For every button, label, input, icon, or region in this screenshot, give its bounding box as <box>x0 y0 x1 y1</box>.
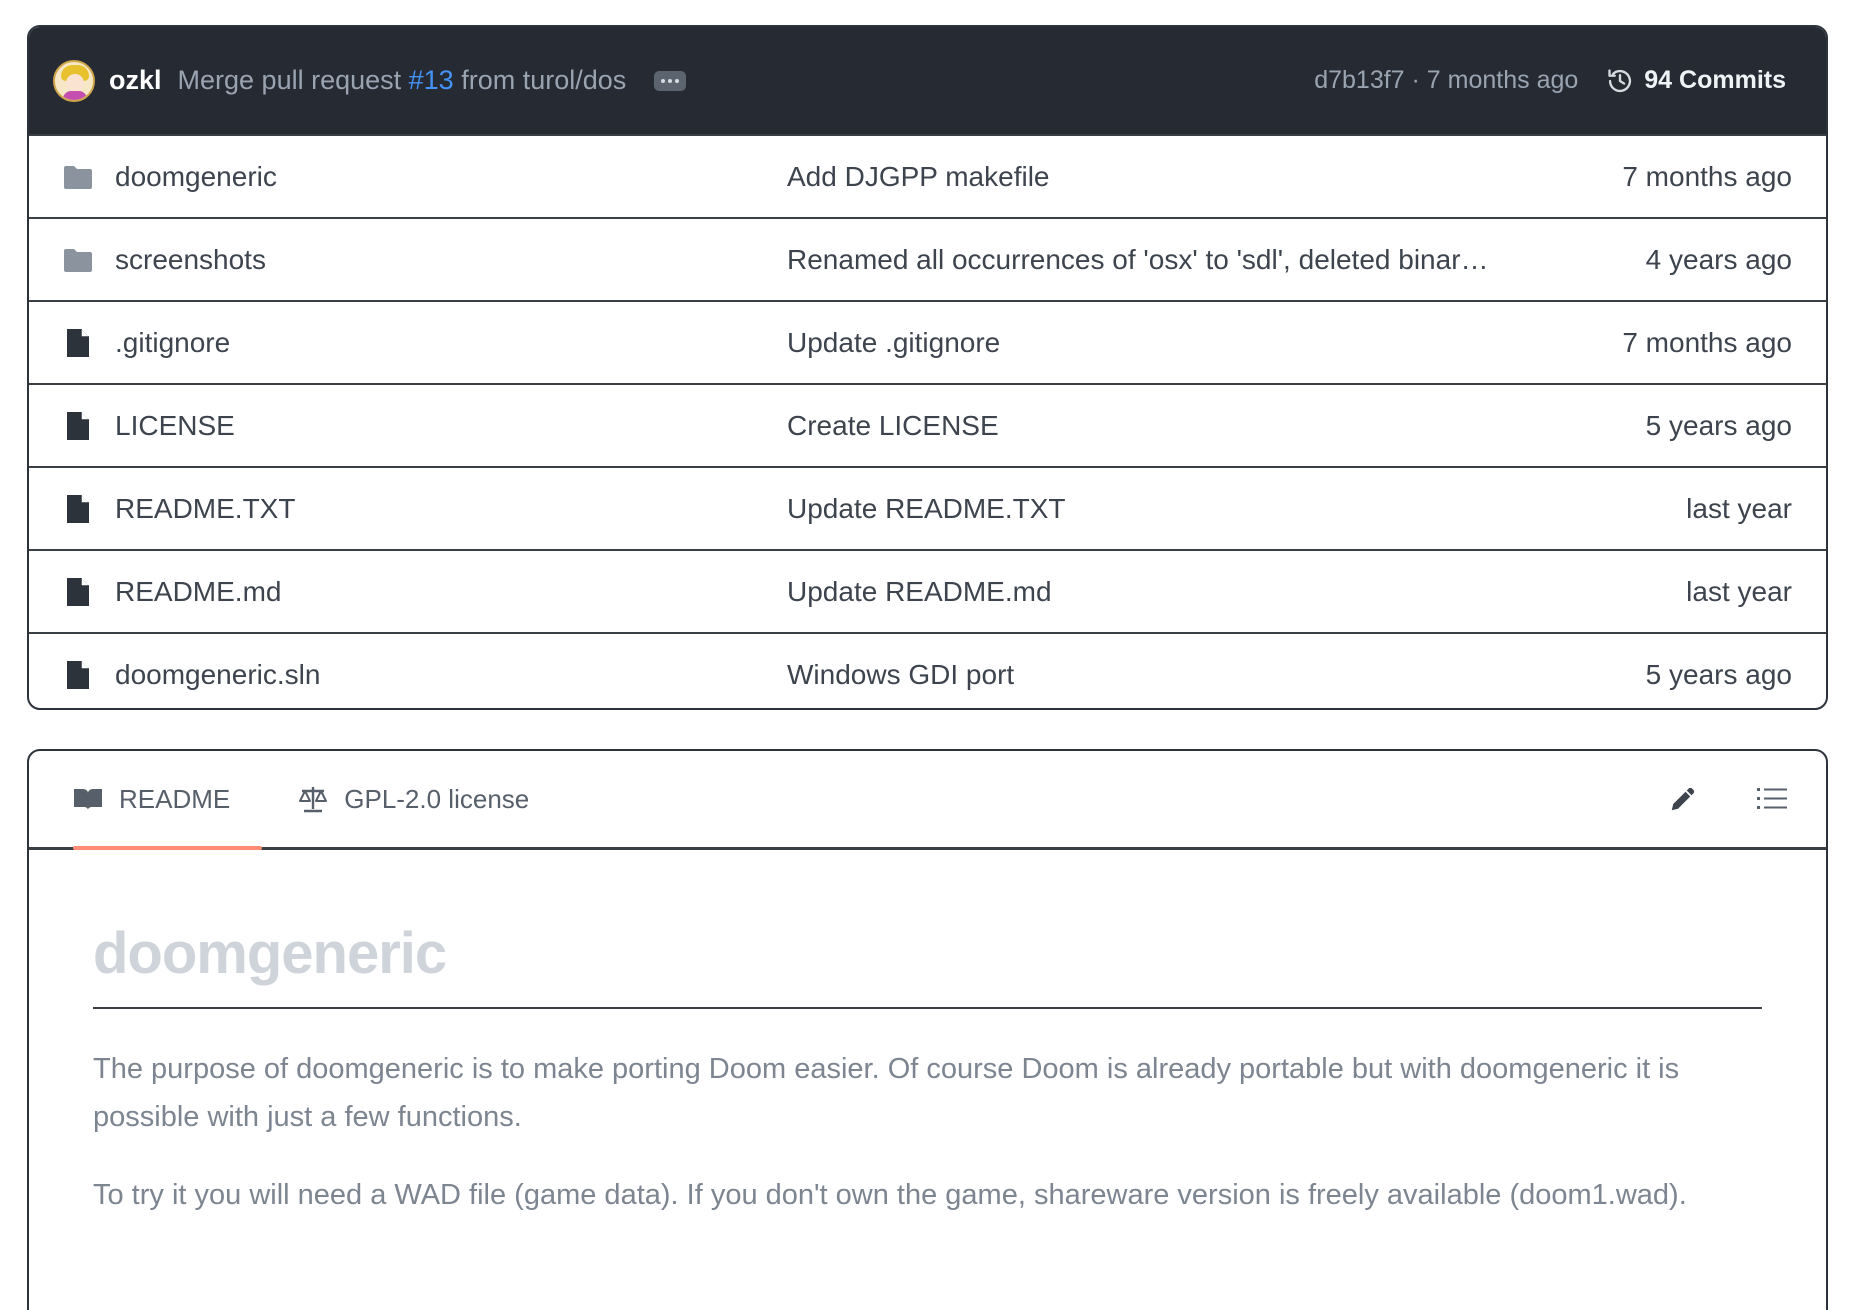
file-name-link[interactable]: LICENSE <box>115 410 787 442</box>
file-name-link[interactable]: README.md <box>115 576 787 608</box>
commit-message[interactable]: Merge pull request #13 from turol/dos <box>178 65 627 96</box>
expand-commit-message-button[interactable] <box>654 70 687 91</box>
readme-paragraph: To try it you will need a WAD file (game… <box>93 1179 1687 1211</box>
file-commit-time: last year <box>1686 492 1792 524</box>
file-commit-time: 5 years ago <box>1645 409 1792 441</box>
file-commit-time: 7 months ago <box>1622 326 1792 358</box>
tab-license[interactable]: GPL-2.0 license <box>282 751 545 847</box>
commits-count: 94 Commits <box>1644 66 1786 94</box>
folder-icon <box>59 247 97 273</box>
commit-hash-time[interactable]: d7b13f7 · 7 months ago <box>1314 66 1578 95</box>
scale-icon <box>299 787 328 813</box>
latest-commit-bar: ozkl Merge pull request #13 from turol/d… <box>29 27 1826 134</box>
file-commit-time: 4 years ago <box>1645 243 1792 275</box>
file-browser: ozkl Merge pull request #13 from turol/d… <box>27 25 1828 710</box>
file-row[interactable]: .gitignore Update .gitignore 7 months ago <box>29 300 1826 383</box>
author-avatar[interactable] <box>53 59 95 102</box>
file-commit-time: last year <box>1686 575 1792 607</box>
readme-panel: README GPL-2.0 license doomgeneric The p… <box>27 749 1828 1310</box>
file-row[interactable]: README.TXT Update README.TXT last year <box>29 466 1826 549</box>
pull-request-link[interactable]: #13 <box>409 65 454 95</box>
file-row[interactable]: LICENSE Create LICENSE 5 years ago <box>29 383 1826 466</box>
file-name-link[interactable]: screenshots <box>115 244 787 276</box>
list-icon[interactable] <box>1756 785 1788 813</box>
file-icon <box>59 577 97 607</box>
commits-history-link[interactable]: 94 Commits <box>1606 66 1786 95</box>
file-commit-message-link[interactable]: Update .gitignore <box>787 327 1542 359</box>
file-icon <box>59 494 97 524</box>
file-row[interactable]: doomgeneric Add DJGPP makefile 7 months ag… <box>29 134 1826 217</box>
file-commit-message-link[interactable]: Renamed all occurrences of 'osx' to 'sdl… <box>787 244 1542 276</box>
readme-actions <box>1668 784 1798 814</box>
file-name-link[interactable]: .gitignore <box>115 327 787 359</box>
file-icon <box>59 411 97 441</box>
file-icon <box>59 660 97 690</box>
file-row[interactable]: README.md Update README.md last year <box>29 549 1826 632</box>
readme-tab-bar: README GPL-2.0 license <box>29 751 1826 850</box>
file-name-link[interactable]: README.TXT <box>115 493 787 525</box>
file-icon <box>59 328 97 358</box>
file-commit-message-link[interactable]: Windows GDI port <box>787 659 1542 691</box>
history-icon <box>1608 68 1632 92</box>
book-icon <box>74 789 102 810</box>
file-commit-message-link[interactable]: Create LICENSE <box>787 410 1542 442</box>
commit-author[interactable]: ozkl <box>109 65 162 96</box>
page: ozkl Merge pull request #13 from turol/d… <box>0 0 1856 1310</box>
file-commit-message-link[interactable]: Update README.md <box>787 576 1542 608</box>
file-commit-message-link[interactable]: Update README.TXT <box>787 493 1542 525</box>
folder-icon <box>59 164 97 190</box>
file-commit-message-link[interactable]: Add DJGPP makefile <box>787 161 1542 193</box>
tab-readme-label: README <box>119 783 231 814</box>
readme-content: doomgeneric The purpose of doomgeneric i… <box>29 850 1826 1219</box>
readme-paragraph: The purpose of doomgeneric is to make po… <box>93 1053 1680 1133</box>
file-row[interactable]: doomgeneric.sln Windows GDI port 5 years a… <box>29 632 1826 708</box>
file-name-link[interactable]: doomgeneric.sln <box>115 659 787 691</box>
readme-title: doomgeneric <box>93 920 1762 1009</box>
file-row[interactable]: screenshots Renamed all occurrences of 'o… <box>29 217 1826 300</box>
tab-license-label: GPL-2.0 license <box>344 783 530 814</box>
file-name-link[interactable]: doomgeneric <box>115 161 787 193</box>
file-commit-time: 7 months ago <box>1622 160 1792 192</box>
pencil-icon[interactable] <box>1668 784 1698 814</box>
tab-readme[interactable]: README <box>57 751 263 850</box>
file-commit-time: 5 years ago <box>1645 658 1792 690</box>
